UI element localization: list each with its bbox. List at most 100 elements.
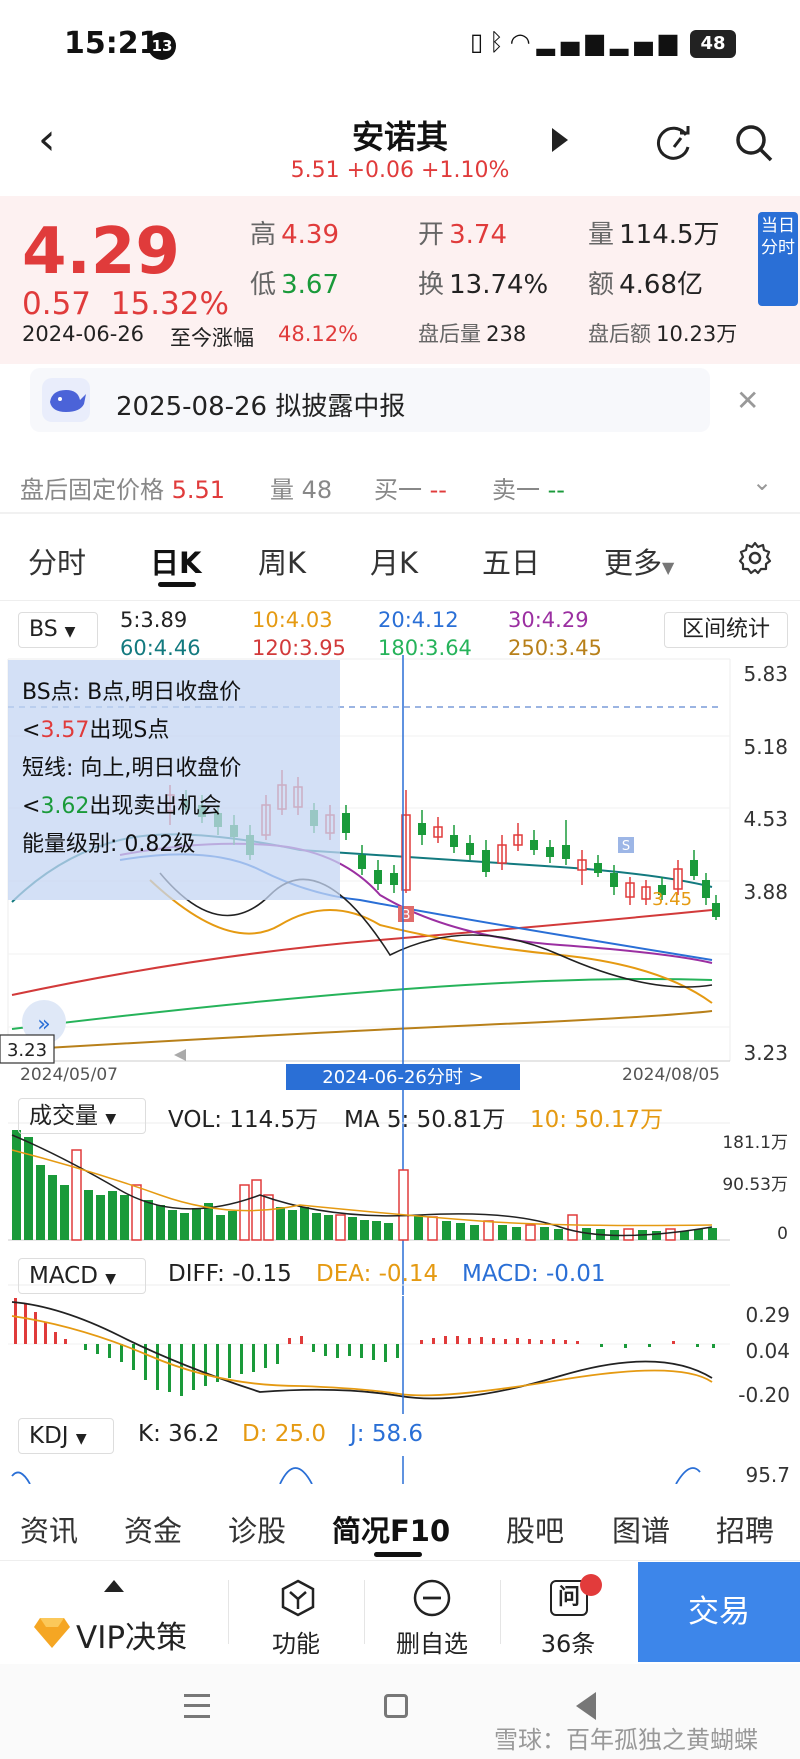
refresh-icon[interactable]: [654, 123, 694, 163]
volume-axis-label: 90.53万: [722, 1175, 788, 1195]
divider: [364, 1580, 365, 1644]
function-button[interactable]: 功能: [246, 1624, 346, 1659]
tab-forum[interactable]: 股吧: [506, 1508, 564, 1550]
kdj-indicator-select[interactable]: KDJ ▼: [18, 1418, 114, 1454]
tab-funds[interactable]: 资金: [124, 1508, 182, 1550]
notification-badge: 13: [148, 32, 176, 60]
since-value: 48.12%: [278, 322, 359, 346]
vol-ma10: 10: 50.17万: [530, 1107, 664, 1133]
price-axis-label: 5.83: [743, 662, 788, 686]
end-date: 2024/08/05: [622, 1065, 720, 1085]
gear-icon[interactable]: [738, 541, 772, 575]
price-axis-label: 3.88: [743, 880, 788, 904]
volume-bars: [12, 1130, 717, 1241]
active-tab-indicator: [158, 582, 196, 587]
remove-watchlist-button[interactable]: 删自选: [382, 1624, 482, 1659]
chevron-down-icon[interactable]: ⌄: [752, 468, 772, 496]
start-date: 2024/05/07: [20, 1065, 118, 1085]
next-stock-icon[interactable]: [552, 128, 568, 152]
back-nav-icon[interactable]: [576, 1692, 596, 1720]
tab-monthly-k[interactable]: 月K: [370, 540, 418, 582]
vol-value: VOL: 114.5万: [168, 1107, 319, 1133]
price-axis-label: 3.23: [743, 1041, 788, 1065]
close-icon[interactable]: ✕: [736, 384, 759, 417]
kdj-j: J: 58.6: [350, 1421, 424, 1447]
macd-chart: 0.29 0.04 -0.20: [8, 1296, 790, 1414]
s-marker-label: S: [622, 839, 630, 854]
after-volume-stat: 盘后量 238: [418, 322, 527, 346]
search-icon[interactable]: [734, 123, 774, 163]
current-price: 4.29: [22, 215, 180, 289]
diamond-icon: [34, 1618, 70, 1648]
menu-icon[interactable]: [184, 1694, 210, 1718]
tab-f10[interactable]: 简况F10: [332, 1508, 450, 1550]
open-stat: 开 3.74: [418, 220, 507, 250]
notice-text: 2025-08-26 拟披露中报: [116, 392, 406, 422]
high-stat: 高 4.39: [250, 220, 339, 250]
ma5-value: 5:3.89: [120, 608, 188, 632]
caret-down-icon: ▼: [662, 558, 675, 577]
divider: [228, 1580, 229, 1644]
macd-dea: DEA: -0.14: [316, 1261, 439, 1287]
volume-axis-label: 181.1万: [722, 1133, 788, 1153]
kdj-chart: 95.7: [11, 1456, 790, 1484]
battery-icon: 48: [690, 30, 736, 58]
whale-icon: [42, 378, 90, 422]
price-change: 0.57 15.32%: [22, 286, 229, 322]
tab-graph[interactable]: 图谱: [612, 1508, 670, 1550]
double-chevron-icon: »: [37, 1012, 50, 1037]
quote-date: 2024-06-26: [22, 322, 145, 346]
ma10-value: 10:4.03: [252, 608, 333, 632]
tab-daily-k[interactable]: 日K: [150, 540, 201, 582]
questions-button[interactable]: 36条: [518, 1624, 618, 1659]
expand-up-icon[interactable]: [104, 1580, 124, 1592]
scroll-left-icon[interactable]: [174, 1049, 186, 1061]
status-icons: ▯ᛒ◠▂▄▆▂▄▆: [470, 28, 683, 56]
amount-stat: 额 4.68亿: [588, 270, 704, 300]
tab-news[interactable]: 资讯: [20, 1508, 78, 1550]
bs-indicator-select[interactable]: BS ▼: [18, 612, 98, 648]
crosshair-date-label: 2024-06-26分时 >: [322, 1067, 483, 1088]
fixed-volume: 量 48: [270, 476, 333, 504]
remove-watchlist-icon[interactable]: [412, 1578, 452, 1618]
divider: [0, 512, 800, 514]
vibrate-icon: ▯: [470, 28, 490, 56]
caret-down-icon: ▼: [105, 1271, 117, 1287]
caret-down-icon: ▼: [105, 1111, 117, 1127]
vip-decision-button[interactable]: VIP决策: [76, 1612, 187, 1657]
status-time: 15:21: [64, 26, 160, 61]
volume-indicator-select[interactable]: 成交量 ▼: [18, 1098, 146, 1134]
watermark: 雪球：百年孤独之黄蝴蝶: [494, 1726, 758, 1754]
tab-intraday[interactable]: 分时: [28, 540, 86, 582]
tab-five-day[interactable]: 五日: [482, 540, 540, 582]
ma30-value: 30:4.29: [508, 608, 589, 632]
tab-jobs[interactable]: 招聘: [716, 1508, 774, 1550]
macd-axis-label: 0.29: [745, 1303, 790, 1327]
price-axis-label: 5.18: [743, 735, 788, 759]
unread-dot: [580, 1574, 602, 1596]
left-price-label: 3.23: [7, 1040, 47, 1061]
kdj-d: D: 25.0: [242, 1421, 326, 1447]
after-amount-stat: 盘后额 10.23万: [588, 322, 738, 346]
tab-more[interactable]: 更多▼: [604, 540, 674, 582]
fixed-price-row: 盘后固定价格 5.51: [20, 476, 226, 504]
caret-down-icon: ▼: [75, 1431, 87, 1447]
intraday-button[interactable]: 当日分时: [758, 212, 798, 306]
range-stats-button[interactable]: 区间统计: [664, 612, 788, 648]
trade-button[interactable]: 交易: [638, 1562, 800, 1662]
macd-indicator-select[interactable]: MACD ▼: [18, 1258, 146, 1294]
low-price-label: 3.45: [652, 889, 692, 910]
macd-axis-label: -0.20: [738, 1383, 790, 1407]
kdj-k: K: 36.2: [138, 1421, 220, 1447]
divider: [0, 600, 800, 601]
wifi-icon: ◠: [509, 28, 537, 56]
active-tab-indicator: [374, 1552, 422, 1557]
macd-histogram: [14, 1298, 715, 1396]
signal-icon-2: ▂▄▆: [609, 28, 684, 56]
kdj-axis-label: 95.7: [745, 1463, 790, 1484]
function-icon[interactable]: [278, 1578, 318, 1618]
since-label: 至今涨幅: [170, 326, 254, 350]
tab-diagnosis[interactable]: 诊股: [228, 1508, 286, 1550]
home-icon[interactable]: [384, 1694, 408, 1718]
tab-weekly-k[interactable]: 周K: [258, 540, 306, 582]
